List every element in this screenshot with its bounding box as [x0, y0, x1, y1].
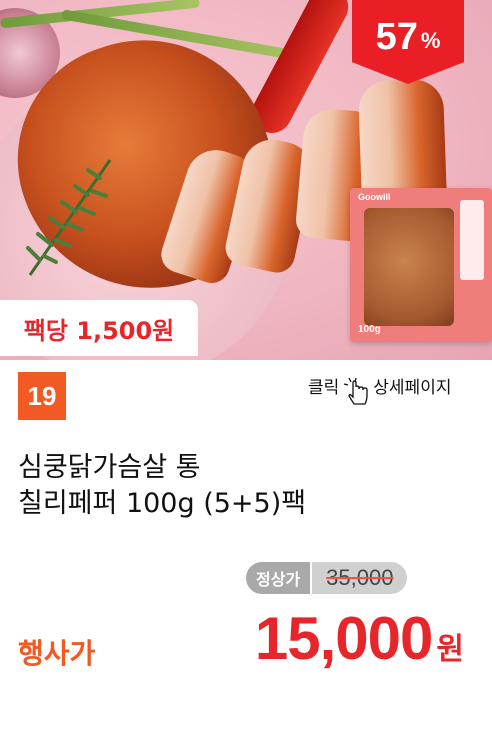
event-price-unit: 원 [436, 632, 464, 667]
detail-page-link[interactable]: 클릭 상세페이지 [308, 372, 452, 405]
package-logo: Goowill [358, 192, 391, 202]
detail-link-page-text: 상세페이지 [373, 377, 452, 398]
discount-badge: 57 % [352, 0, 464, 84]
package-label-graphic [460, 200, 484, 280]
package-weight: 100g [358, 324, 381, 335]
product-package-image: Goowill 100g [350, 188, 492, 342]
detail-link-click-text: 클릭 [308, 377, 340, 398]
product-title-line-1: 심쿵닭가슴살 통 [18, 452, 201, 483]
rank-badge: 19 [18, 372, 66, 420]
regular-price-tag: 정상가 35,000 [246, 562, 408, 594]
package-chicken-graphic [364, 208, 454, 326]
event-price: 15,000 원 [255, 604, 464, 673]
per-pack-price: 팩당 1,500원 [0, 300, 198, 356]
discount-unit: % [420, 28, 441, 53]
event-price-label: 행사가 [18, 637, 96, 670]
event-price-value: 15,000 [254, 605, 434, 672]
regular-price-label: 정상가 [246, 562, 311, 594]
regular-price-value: 35,000 [312, 562, 408, 594]
rosemary-graphic [26, 159, 112, 276]
product-title[interactable]: 심쿵닭가슴살 통 칠리페퍼 100g (5+5)팩 [18, 450, 478, 522]
discount-value: 57 [375, 15, 418, 58]
product-hero-image[interactable]: 57 % Goowill 100g 팩당 1,500원 [0, 0, 492, 360]
product-title-line-2: 칠리페퍼 100g (5+5)팩 [18, 488, 307, 519]
pointer-hand-icon [344, 377, 368, 405]
